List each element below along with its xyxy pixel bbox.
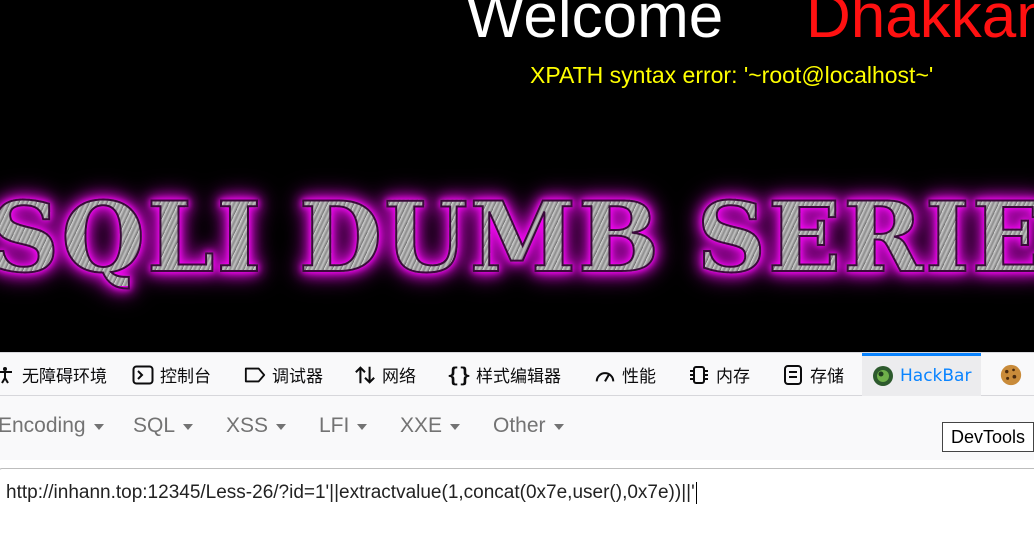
hackbar-icon (872, 365, 894, 387)
menu-label: Encoding (0, 414, 86, 437)
welcome-text: Welcome (466, 0, 724, 51)
tab-hackbar[interactable]: HackBar (862, 353, 982, 396)
menu-other[interactable]: Other (493, 414, 564, 438)
url-textarea[interactable] (0, 468, 1034, 550)
tab-label: 样式编辑器 (476, 367, 561, 387)
accessibility-icon (0, 364, 16, 386)
url-input-value[interactable]: http://inhann.top:12345/Less-26/?id=1'||… (6, 482, 697, 504)
tab-style-editor[interactable]: {} 样式编辑器 (446, 353, 561, 396)
storage-icon (782, 364, 804, 386)
tab-memory[interactable]: 内存 (688, 353, 750, 396)
chevron-down-icon (93, 424, 104, 430)
style-editor-icon: {} (446, 362, 472, 387)
tab-network[interactable]: 网络 (354, 353, 416, 396)
debugger-icon (244, 364, 266, 386)
tab-label: 内存 (716, 367, 750, 387)
chevron-down-icon (357, 424, 368, 430)
tab-label: HackBar (900, 366, 972, 386)
devtools-tooltip: DevTools (942, 422, 1034, 452)
cookie-icon (1000, 364, 1022, 386)
tab-accessibility[interactable]: 无障碍环境 (0, 353, 107, 396)
chevron-down-icon (183, 424, 194, 430)
performance-icon (594, 364, 616, 386)
chevron-down-icon (450, 424, 461, 430)
chevron-down-icon (276, 424, 287, 430)
menu-xss[interactable]: XSS (226, 414, 287, 438)
console-icon (132, 364, 154, 386)
tab-label: 网络 (382, 367, 416, 387)
xpath-error-text: XPATH syntax error: '~root@localhost~' (530, 62, 934, 88)
menu-encoding[interactable]: Encoding (0, 414, 104, 438)
page-viewport: Welcome Dhakkan XPATH syntax error: '~ro… (0, 0, 1034, 352)
menu-sql[interactable]: SQL (133, 414, 194, 438)
menu-label: XXE (400, 414, 443, 437)
menu-label: LFI (319, 414, 350, 437)
sqli-banner-image: SQLI DUMB SERIES (0, 189, 1034, 287)
text-cursor (695, 482, 697, 504)
tab-debugger[interactable]: 调试器 (244, 353, 323, 396)
tab-console[interactable]: 控制台 (132, 353, 211, 396)
tab-storage[interactable]: 存储 (782, 353, 844, 396)
tab-label: 存储 (810, 367, 844, 387)
tab-cookie-editor[interactable] (1000, 353, 1022, 396)
chevron-down-icon (553, 424, 564, 430)
tab-label: 无障碍环境 (22, 367, 107, 387)
username-text: Dhakkan (806, 0, 1034, 51)
devtools-toolbar: 无障碍环境 控制台 调试器 网络 {} 样式编辑器 性能 内存 存储 HackB… (0, 352, 1034, 396)
menu-label: XSS (226, 414, 269, 437)
url-value: http://inhann.top:12345/Less-26/?id=1'||… (6, 482, 695, 504)
tab-performance[interactable]: 性能 (594, 353, 656, 396)
tab-label: 控制台 (160, 367, 211, 387)
menu-lfi[interactable]: LFI (319, 414, 368, 438)
menu-label: SQL (133, 414, 176, 437)
hackbar-menu-bar: Encoding SQL XSS LFI XXE Other (0, 396, 1034, 460)
memory-icon (688, 364, 710, 386)
network-icon (354, 364, 376, 386)
tab-label: 调试器 (272, 367, 323, 387)
tab-label: 性能 (622, 367, 656, 387)
menu-xxe[interactable]: XXE (400, 414, 461, 438)
menu-label: Other (493, 414, 546, 437)
